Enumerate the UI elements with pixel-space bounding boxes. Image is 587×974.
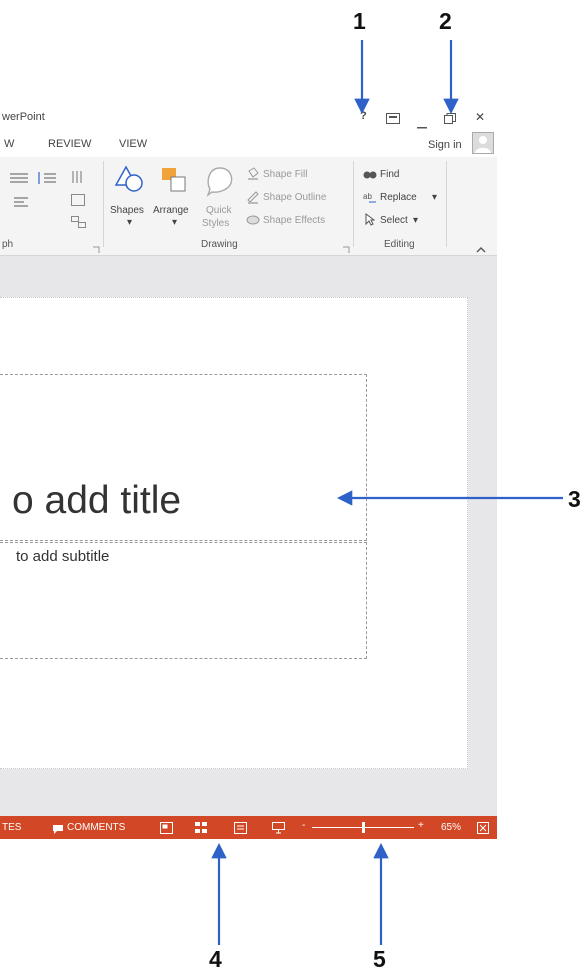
callout-arrows	[211, 40, 563, 945]
callout-number-3: 3	[568, 486, 581, 512]
callout-number-4: 4	[209, 946, 222, 972]
screenshot-root: { "window": { "title_fragment": "werPoin…	[0, 0, 587, 974]
callout-number-2: 2	[439, 8, 452, 34]
callout-number-1: 1	[353, 8, 366, 34]
callout-number-5: 5	[373, 946, 386, 972]
